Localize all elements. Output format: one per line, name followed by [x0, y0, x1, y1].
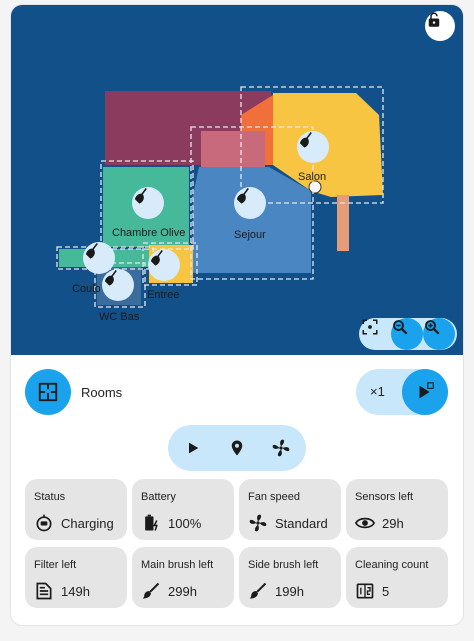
- counter-icon: [354, 580, 376, 602]
- mode-button[interactable]: [25, 369, 71, 415]
- fan-icon: [272, 439, 290, 457]
- action-buttons: [168, 425, 306, 471]
- filter-title: Filter left: [34, 559, 77, 571]
- battery-value: 100%: [168, 516, 202, 531]
- battery-tile[interactable]: Battery 100%: [132, 479, 234, 540]
- room-area-sejour: [193, 167, 311, 273]
- zoom-in-button[interactable]: [423, 318, 455, 350]
- filter-value: 149h: [61, 584, 90, 599]
- locate-button[interactable]: [221, 432, 253, 464]
- mode-label: Rooms: [81, 385, 123, 400]
- sensors-tile[interactable]: Sensors left 29h: [346, 479, 448, 540]
- room-chambre-olive-label: Chambre Olive: [112, 227, 186, 239]
- zoom-out-icon: [393, 320, 408, 335]
- recenter-icon: [362, 319, 378, 335]
- fan-speed-tile[interactable]: Fan speed Standard: [239, 479, 341, 540]
- map-lock-button[interactable]: [425, 11, 455, 41]
- lock-icon: [428, 12, 440, 27]
- room-couloir-label: Couloir: [72, 283, 100, 295]
- robot-charging-icon: [33, 512, 55, 534]
- status-tile[interactable]: Status Charging: [25, 479, 127, 540]
- brush-icon: [140, 580, 162, 602]
- side-brush-value: 199h: [275, 584, 304, 599]
- room-entree-label: Entree: [147, 289, 180, 301]
- repeat-control[interactable]: ×1: [356, 369, 448, 415]
- vacuum-map[interactable]: Salon Chambre Olive Sejour Couloir Entre…: [11, 5, 463, 355]
- vacuum-card: Salon Chambre Olive Sejour Couloir Entre…: [10, 4, 464, 626]
- status-title: Status: [34, 491, 66, 503]
- play-icon: [189, 442, 199, 454]
- filter-tile[interactable]: Filter left 149h: [25, 547, 127, 608]
- room-salon-label: Salon: [298, 171, 327, 183]
- location-pin-icon: [231, 440, 243, 456]
- cleaning-count-title: Cleaning count: [355, 559, 429, 571]
- cleaning-count-tile[interactable]: Cleaning count 5: [346, 547, 448, 608]
- start-cleaning-button[interactable]: [402, 369, 448, 415]
- broom-icon: [299, 132, 312, 148]
- room-wc-bas-marker[interactable]: [102, 269, 134, 301]
- cleaning-count-value: 5: [382, 584, 390, 599]
- status-value: Charging: [61, 516, 114, 531]
- brush-icon: [247, 580, 269, 602]
- play-button[interactable]: [177, 432, 209, 464]
- fan-speed-value: Standard: [275, 516, 328, 531]
- broom-icon: [134, 188, 147, 204]
- main-brush-title: Main brush left: [141, 559, 214, 571]
- room-salon-marker[interactable]: [297, 131, 329, 163]
- room-sejour-label: Sejour: [234, 229, 266, 241]
- filter-icon: [33, 580, 55, 602]
- broom-icon: [104, 270, 117, 286]
- map-zoom-controls: [359, 318, 457, 350]
- side-brush-title: Side brush left: [248, 559, 319, 571]
- broom-icon: [85, 243, 98, 259]
- room-entree-marker[interactable]: [148, 249, 180, 281]
- fan-icon: [247, 512, 269, 534]
- floor-plan: [56, 86, 384, 308]
- room-wc-bas-label: WC Bas: [99, 311, 140, 323]
- sensors-value: 29h: [382, 516, 404, 531]
- zoom-in-icon: [425, 320, 440, 335]
- eye-icon: [354, 512, 376, 534]
- main-brush-value: 299h: [168, 584, 197, 599]
- zoom-out-button[interactable]: [391, 318, 423, 350]
- room-chambre-olive-marker[interactable]: [132, 187, 164, 219]
- floor-plan-icon: [38, 382, 58, 402]
- broom-icon: [236, 188, 249, 204]
- sensors-title: Sensors left: [355, 491, 414, 503]
- battery-title: Battery: [141, 491, 176, 503]
- play-badge-icon: [419, 382, 434, 399]
- fan-speed-button[interactable]: [265, 432, 297, 464]
- room-sejour-marker[interactable]: [234, 187, 266, 219]
- recenter-button[interactable]: [361, 318, 393, 350]
- battery-charging-icon: [140, 512, 162, 534]
- side-brush-tile[interactable]: Side brush left 199h: [239, 547, 341, 608]
- room-area-pink: [201, 131, 265, 167]
- fan-speed-title: Fan speed: [248, 491, 300, 503]
- repeat-count[interactable]: ×1: [370, 384, 385, 399]
- main-brush-tile[interactable]: Main brush left 299h: [132, 547, 234, 608]
- vacuum-controls: Rooms ×1 Status Charging Battery 100% Fa…: [11, 355, 463, 625]
- broom-icon: [150, 250, 163, 266]
